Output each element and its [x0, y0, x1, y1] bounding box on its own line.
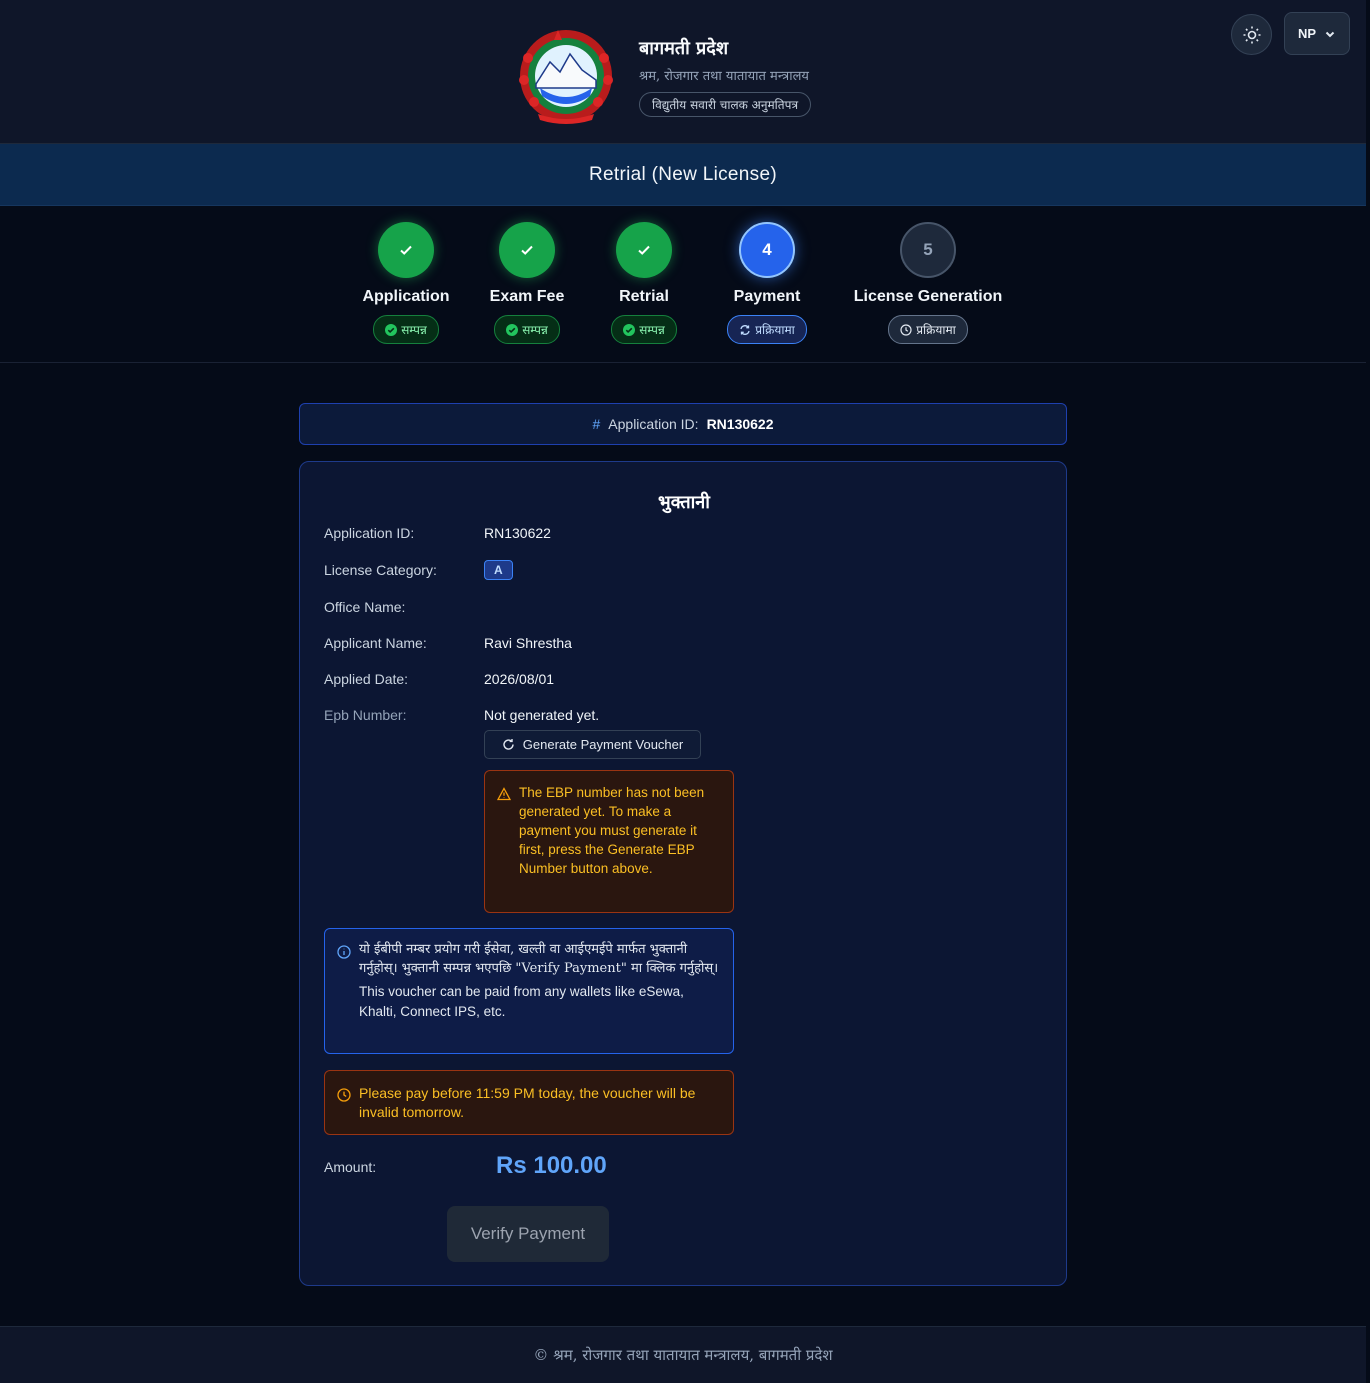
row-value: 2026/08/01: [484, 671, 555, 687]
row-value: Not generated yet.: [484, 707, 600, 723]
row-value: Ravi Shrestha: [484, 635, 572, 651]
deadline-alert: Please pay before 11:59 PM today, the vo…: [324, 1070, 734, 1135]
application-id-value: RN130622: [706, 416, 774, 432]
step-license-generation: 5 License Generation प्रक्रियामा: [828, 222, 1028, 344]
application-id-bar: # Application ID: RN130622: [299, 403, 1067, 445]
step-status-text: सम्पन्न: [639, 323, 665, 337]
generate-voucher-label: Generate Payment Voucher: [522, 737, 684, 752]
progress-stepper: Application सम्पन्न Exam Fee सम्पन्न Ret…: [0, 206, 1366, 363]
chevron-down-icon: [1325, 31, 1335, 37]
check-icon: [616, 222, 672, 278]
step-number: 5: [900, 222, 956, 278]
check-circle-icon: [623, 323, 636, 336]
row-label: Application ID:: [324, 525, 415, 541]
deadline-text: Please pay before 11:59 PM today, the vo…: [359, 1085, 696, 1120]
check-circle-icon: [506, 323, 519, 336]
sun-icon: [1243, 26, 1260, 43]
province-title: बागमती प्रदेश: [639, 38, 729, 59]
refresh-icon: [503, 739, 514, 750]
warning-triangle-icon: [497, 787, 511, 801]
step-number: 4: [739, 222, 795, 278]
row-label: Epb Number:: [324, 707, 407, 723]
system-badge: विद्युतीय सवारी चालक अनुमतिपत्र: [639, 92, 812, 117]
verify-payment-button[interactable]: Verify Payment: [447, 1206, 609, 1262]
ministry-name: श्रम, रोजगार तथा यातायात मन्त्रालय: [639, 69, 809, 84]
province-emblem-logo: [519, 30, 613, 124]
row-label: Applied Date:: [324, 671, 409, 687]
site-footer: © श्रम, रोजगार तथा यातायात मन्त्रालय, बा…: [0, 1326, 1366, 1383]
page-title: Retrial (New License): [0, 144, 1366, 206]
step-status-text: प्रक्रियामा: [916, 323, 956, 337]
warning-text: The EBP number has not been generated ye…: [519, 785, 705, 876]
info-circle-icon: [337, 945, 351, 959]
generate-voucher-button[interactable]: Generate Payment Voucher: [484, 730, 701, 759]
amount-label: Amount:: [324, 1159, 377, 1175]
step-status-text: प्रक्रियामा: [755, 323, 795, 337]
step-status-text: सम्पन्न: [401, 323, 427, 337]
language-value: NP: [1297, 26, 1317, 41]
refresh-icon: [740, 324, 750, 335]
card-title: भुक्तानी: [658, 492, 710, 513]
language-select[interactable]: NP: [1284, 12, 1350, 55]
step-status-badge: प्रक्रियामा: [727, 315, 807, 344]
check-icon: [378, 222, 434, 278]
category-badge: A: [484, 560, 513, 580]
info-text-nepali: यो ईबीपी नम्बर प्रयोग गरी ईसेवा, खल्ती व…: [359, 942, 719, 976]
step-status-badge: प्रक्रियामा: [888, 315, 968, 344]
clock-icon: [337, 1088, 351, 1102]
check-circle-icon: [385, 323, 398, 336]
row-value: RN130622: [484, 525, 551, 541]
hash-icon: #: [592, 416, 601, 432]
payment-card: भुक्तानी Application ID: RN130622 Licens…: [299, 461, 1067, 1286]
ebp-warning-alert: The EBP number has not been generated ye…: [484, 770, 734, 913]
info-text-english: This voucher can be paid from any wallet…: [359, 984, 684, 1019]
row-label: Applicant Name:: [324, 635, 427, 651]
application-id-label: Application ID:: [608, 416, 699, 432]
row-label: License Category:: [324, 562, 437, 578]
amount-value: Rs 100.00: [496, 1152, 607, 1179]
row-value: A: [484, 560, 513, 580]
step-label: License Generation: [853, 288, 1003, 305]
site-header: बागमती प्रदेश श्रम, रोजगार तथा यातायात म…: [0, 0, 1366, 144]
clock-icon: [900, 323, 912, 336]
payment-info-alert: यो ईबीपी नम्बर प्रयोग गरी ईसेवा, खल्ती व…: [324, 928, 734, 1054]
theme-toggle-button[interactable]: [1231, 14, 1272, 55]
row-label: Office Name:: [324, 599, 406, 615]
